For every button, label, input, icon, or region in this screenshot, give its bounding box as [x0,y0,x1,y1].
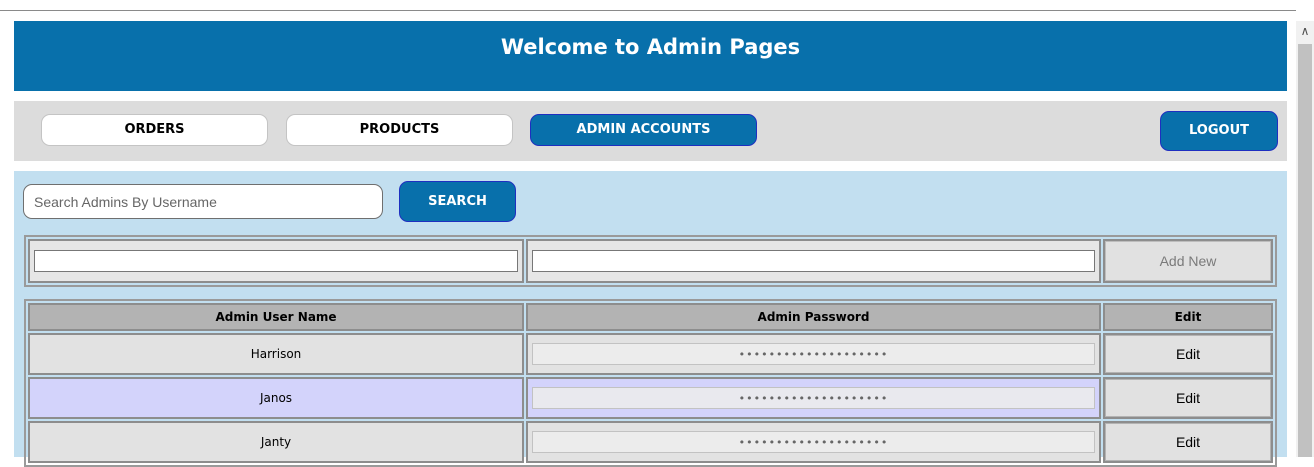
page-header: Welcome to Admin Pages [14,21,1287,91]
window-top-border [0,10,1296,11]
search-input[interactable] [23,184,383,219]
search-button[interactable]: SEARCH [399,181,516,222]
orders-button[interactable]: ORDERS [41,114,268,146]
admin-content: SEARCH Add New Admin User Name Admin Pas… [14,171,1287,467]
chevron-up-icon[interactable]: ∧ [1296,22,1314,40]
edit-cell: Edit [1103,333,1273,375]
password-cell [526,333,1101,375]
username-cell: Janos [28,377,524,419]
admin-table: Admin User Name Admin Password Edit Harr… [24,299,1277,467]
page-title: Welcome to Admin Pages [500,35,801,59]
nav-bar: ORDERS PRODUCTS ADMIN ACCOUNTS LOGOUT [14,101,1287,161]
add-new-button[interactable]: Add New [1105,241,1271,281]
new-username-input[interactable] [34,250,518,272]
new-password-cell [526,239,1101,283]
logout-button[interactable]: LOGOUT [1160,111,1278,151]
new-username-cell [28,239,524,283]
password-cell [526,377,1101,419]
column-header-username: Admin User Name [28,303,524,331]
edit-button[interactable]: Edit [1105,423,1271,461]
edit-button[interactable]: Edit [1105,335,1271,373]
scrollbar-thumb[interactable] [1298,44,1312,457]
table-header-row: Admin User Name Admin Password Edit [28,303,1273,331]
table-row: Janos Edit [28,377,1273,419]
new-password-input[interactable] [532,250,1095,272]
password-field[interactable] [532,431,1095,453]
column-header-password: Admin Password [526,303,1101,331]
username-cell: Harrison [28,333,524,375]
add-admin-form: Add New [24,235,1277,287]
password-field[interactable] [532,387,1095,409]
admin-page: Welcome to Admin Pages ORDERS PRODUCTS A… [14,21,1287,467]
admin-accounts-button[interactable]: ADMIN ACCOUNTS [530,114,757,146]
add-new-cell: Add New [1103,239,1273,283]
column-header-edit: Edit [1103,303,1273,331]
password-field[interactable] [532,343,1095,365]
edit-button[interactable]: Edit [1105,379,1271,417]
table-row: Harrison Edit [28,333,1273,375]
products-button[interactable]: PRODUCTS [286,114,513,146]
edit-cell: Edit [1103,377,1273,419]
